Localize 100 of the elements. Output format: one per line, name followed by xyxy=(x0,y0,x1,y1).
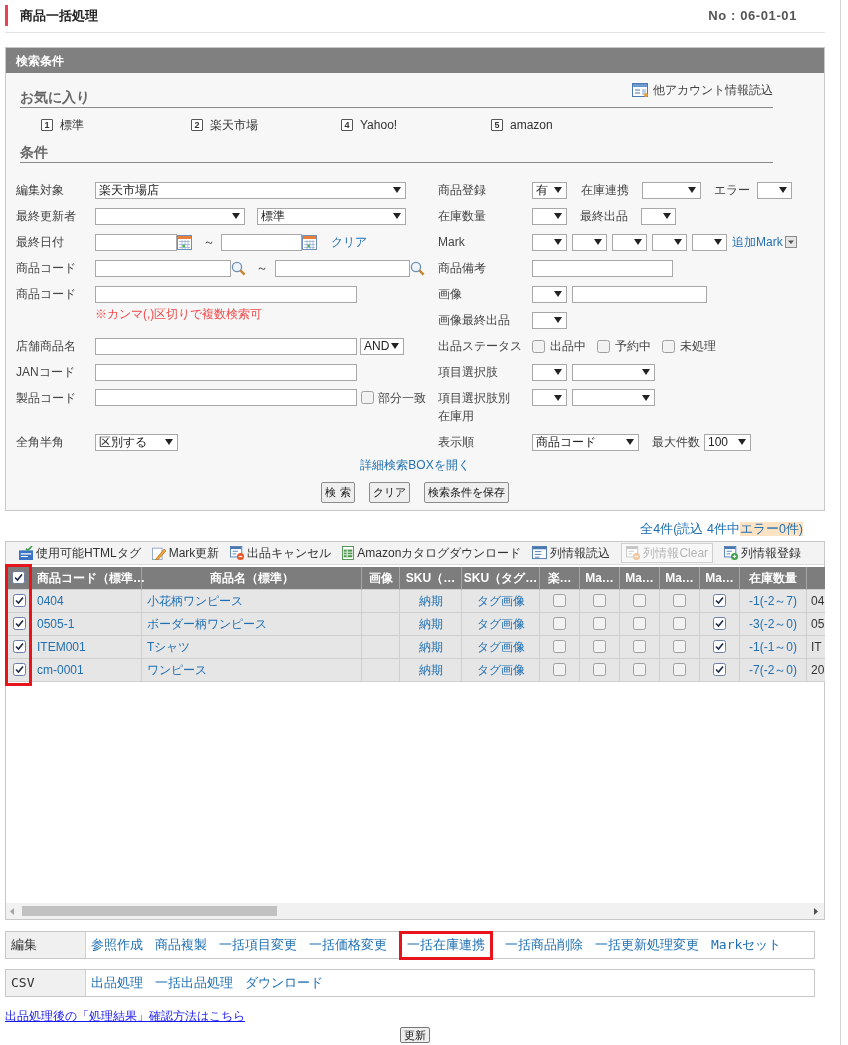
search-icon[interactable] xyxy=(231,260,246,276)
toolbar-button[interactable]: 使用可能HTMLタグ xyxy=(19,543,141,563)
scroll-left-icon[interactable] xyxy=(10,907,14,915)
product-name-link[interactable]: Tシャツ xyxy=(147,639,191,654)
input-field[interactable] xyxy=(95,389,357,406)
dropdown-toggle-icon[interactable] xyxy=(784,236,797,248)
dropdown-field[interactable] xyxy=(572,363,655,381)
dropdown-field[interactable] xyxy=(572,389,655,406)
dropdown-field[interactable] xyxy=(532,207,567,225)
search-button[interactable]: クリア xyxy=(368,482,410,503)
account-info-link[interactable]: 他アカウント情報読込 xyxy=(632,81,773,99)
action-link[interactable]: 一括価格変更 xyxy=(309,935,387,955)
input-field[interactable] xyxy=(572,285,707,303)
checkbox[interactable] xyxy=(673,594,686,607)
action-link[interactable]: 参照作成 xyxy=(91,935,143,955)
input-field[interactable] xyxy=(532,259,673,277)
checkbox[interactable] xyxy=(553,640,566,653)
checkbox[interactable] xyxy=(633,594,646,607)
product-name-link[interactable]: ワンピース xyxy=(147,662,207,677)
input-field[interactable] xyxy=(95,259,231,277)
checkbox[interactable] xyxy=(673,663,686,676)
favorite-link[interactable]: 楽天市場 xyxy=(210,116,258,134)
dropdown-field[interactable]: AND xyxy=(360,337,404,355)
product-code-link[interactable]: 0404 xyxy=(37,593,64,608)
calendar-icon[interactable] xyxy=(177,234,192,250)
dropdown-field[interactable] xyxy=(572,233,607,251)
detail-search-link[interactable]: 詳細検索BOXを開く xyxy=(360,456,470,474)
checkbox[interactable] xyxy=(593,640,606,653)
checkbox[interactable] xyxy=(633,617,646,630)
checkbox[interactable] xyxy=(673,640,686,653)
action-link[interactable]: 一括更新処理変更 xyxy=(595,935,699,955)
dropdown-field[interactable]: 標準 xyxy=(257,207,406,225)
dropdown-field[interactable] xyxy=(532,233,567,251)
add-mark-link[interactable]: 追加Mark xyxy=(732,233,783,251)
toolbar-button[interactable]: Amazonカタログダウンロード xyxy=(342,543,522,563)
action-link[interactable]: 一括在庫連携 xyxy=(399,930,493,960)
input-field[interactable] xyxy=(275,259,410,277)
checkbox[interactable] xyxy=(12,617,26,630)
horizontal-scrollbar[interactable] xyxy=(6,903,824,919)
checkbox[interactable] xyxy=(12,571,26,585)
dropdown-field[interactable]: 区別する xyxy=(95,433,178,451)
checkbox[interactable] xyxy=(713,594,726,607)
dropdown-field[interactable] xyxy=(532,363,567,381)
action-link[interactable]: Markセット xyxy=(711,935,782,955)
dropdown-field[interactable] xyxy=(641,207,676,225)
checkbox[interactable] xyxy=(553,663,566,676)
input-field[interactable] xyxy=(95,363,357,381)
clear-link[interactable]: クリア xyxy=(331,233,367,251)
checkbox[interactable] xyxy=(593,594,606,607)
result-count-link[interactable]: 全4件(読込 4件中エラー0件) xyxy=(640,519,803,539)
checkbox[interactable] xyxy=(12,594,26,607)
checkbox[interactable] xyxy=(673,617,686,630)
checkbox[interactable] xyxy=(633,640,646,653)
calendar-icon[interactable] xyxy=(302,234,317,250)
checkbox[interactable] xyxy=(553,617,566,630)
favorite-link[interactable]: 標準 xyxy=(60,116,84,134)
checkbox[interactable] xyxy=(593,663,606,676)
checkbox[interactable] xyxy=(12,640,26,653)
table-row[interactable]: cm-0001 ワンピース 納期 タグ画像 -7(-2～0) 20 xyxy=(6,658,825,681)
dropdown-field[interactable] xyxy=(692,233,727,251)
checkbox[interactable] xyxy=(532,339,545,353)
checkbox[interactable] xyxy=(593,617,606,630)
update-button[interactable]: 更新 xyxy=(400,1027,430,1043)
checkbox[interactable] xyxy=(713,640,726,653)
dropdown-field[interactable] xyxy=(757,181,792,199)
dropdown-field[interactable] xyxy=(532,285,567,303)
checkbox[interactable] xyxy=(597,339,610,353)
action-link[interactable]: 一括商品削除 xyxy=(505,935,583,955)
action-link[interactable]: 出品処理 xyxy=(91,973,143,993)
action-link[interactable]: 商品複製 xyxy=(155,935,207,955)
action-link[interactable]: 一括出品処理 xyxy=(155,973,233,993)
search-button[interactable]: 検索条件を保存 xyxy=(423,482,509,503)
search-button[interactable]: 検 索 xyxy=(321,482,355,503)
table-row[interactable]: 0505-1 ボーダー柄ワンピース 納期 タグ画像 -3(-2～0) 05 xyxy=(6,612,825,635)
dropdown-field[interactable]: 商品コード xyxy=(532,433,639,451)
input-field[interactable] xyxy=(95,285,357,303)
toolbar-button[interactable]: 列情報登録 xyxy=(724,543,802,563)
checkbox[interactable] xyxy=(633,663,646,676)
toolbar-button[interactable]: 出品キャンセル xyxy=(230,543,332,563)
checkbox[interactable] xyxy=(12,663,26,676)
help-link[interactable]: 出品処理後の「処理結果」確認方法はこちら xyxy=(5,1009,245,1023)
dropdown-field[interactable]: 有 xyxy=(532,181,567,199)
checkbox[interactable] xyxy=(713,663,726,676)
favorite-link[interactable]: amazon xyxy=(510,116,553,134)
dropdown-field[interactable]: 100 xyxy=(704,433,751,451)
checkbox[interactable] xyxy=(662,339,675,353)
dropdown-field[interactable] xyxy=(95,207,245,225)
scroll-right-icon[interactable] xyxy=(814,907,818,915)
dropdown-field[interactable] xyxy=(532,311,567,329)
dropdown-field[interactable] xyxy=(652,233,687,251)
action-link[interactable]: ダウンロード xyxy=(245,973,323,993)
table-row[interactable]: 0404 小花柄ワンピース 納期 タグ画像 -1(-2～7) 04 xyxy=(6,589,825,612)
scrollbar-thumb[interactable] xyxy=(22,906,277,916)
checkbox[interactable] xyxy=(553,594,566,607)
dropdown-field[interactable]: 楽天市場店 xyxy=(95,181,406,199)
dropdown-field[interactable] xyxy=(532,389,567,406)
checkbox[interactable] xyxy=(713,617,726,630)
search-icon[interactable] xyxy=(410,260,425,276)
dropdown-field[interactable] xyxy=(642,181,701,199)
input-field[interactable] xyxy=(221,233,302,251)
